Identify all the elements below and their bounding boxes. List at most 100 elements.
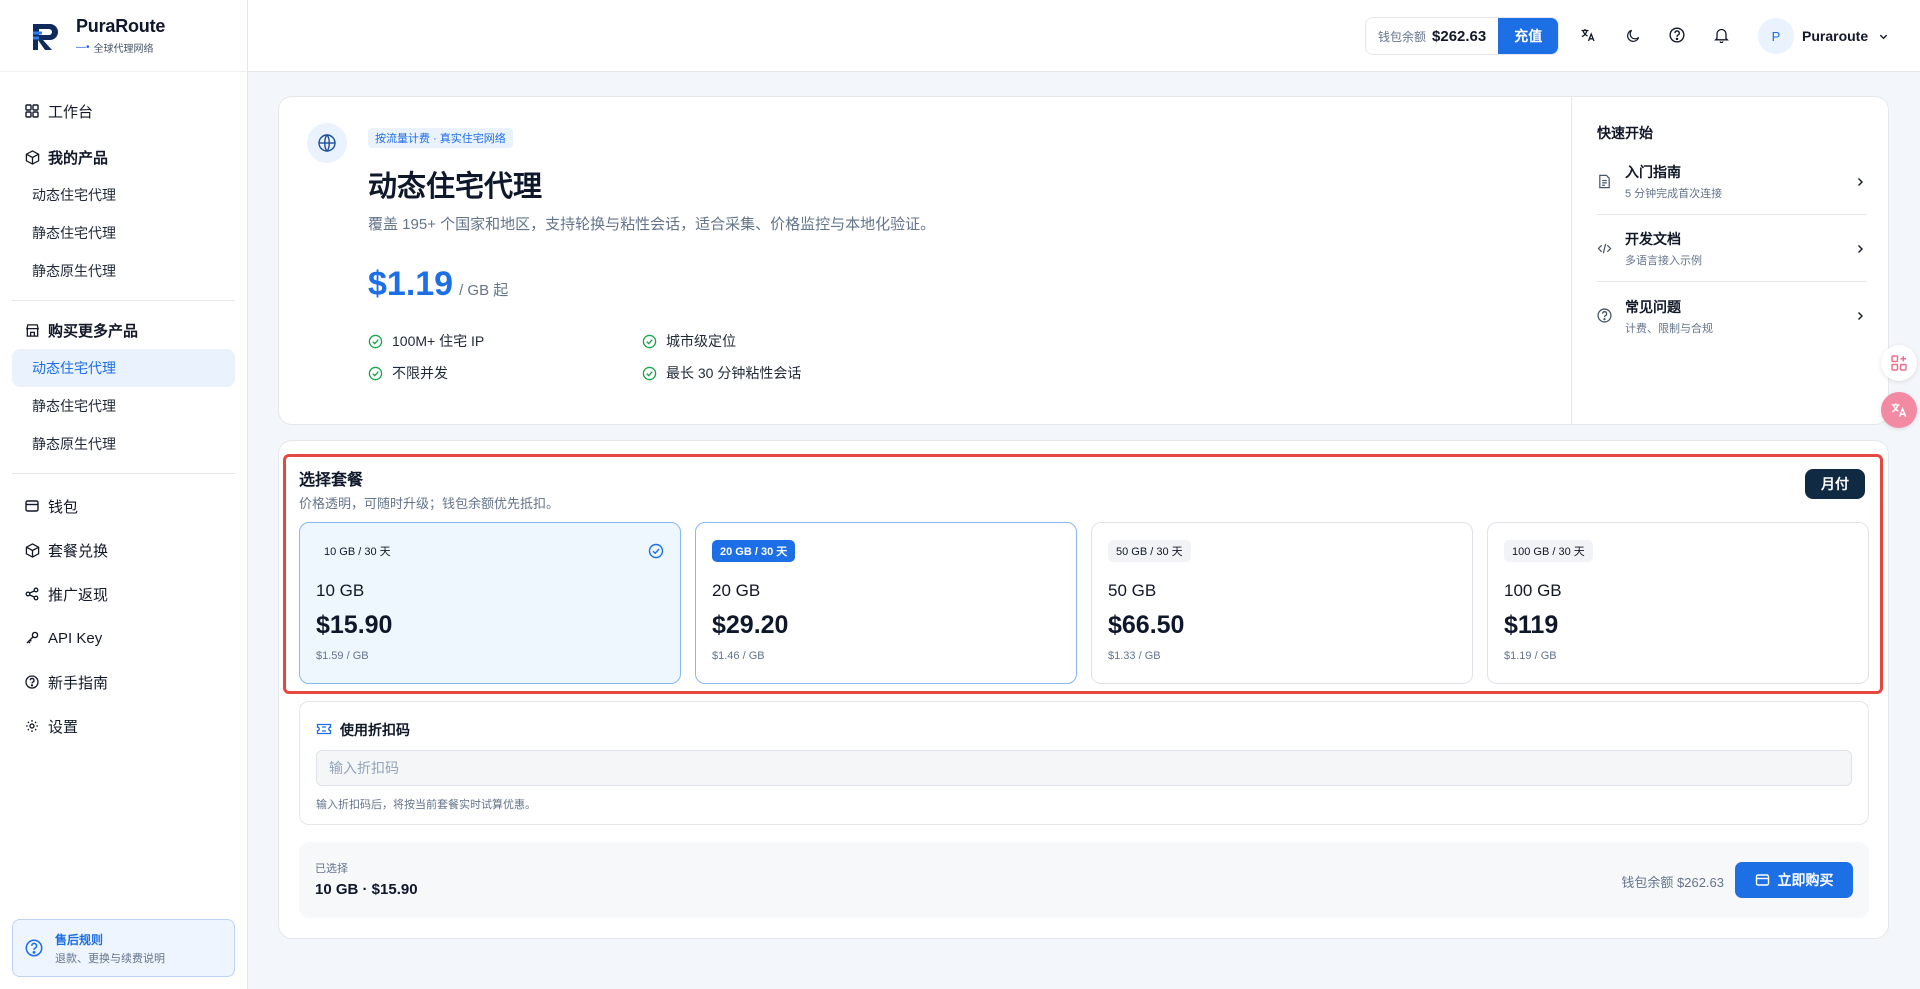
logo-mark-icon <box>30 18 66 54</box>
ticket-icon <box>316 722 332 738</box>
quick-item-title: 入门指南 <box>1625 164 1681 180</box>
after-sale-rules-card[interactable]: 售后规则 退款、更换与续费说明 <box>12 919 235 977</box>
check-circle-icon <box>642 334 657 349</box>
wallet-icon <box>24 498 40 514</box>
sidebar-item-package-exchange[interactable]: 套餐兑换 <box>12 528 235 572</box>
logo[interactable]: PuraRoute ―• 全球代理网络 <box>0 0 247 72</box>
floating-translate-icon[interactable] <box>1881 392 1917 428</box>
plan-price: $15.90 <box>316 611 393 639</box>
price-value: $1.19 <box>368 265 454 303</box>
coupon-title: 使用折扣码 <box>340 722 410 738</box>
sidebar-item-label: API Key <box>48 629 103 647</box>
quick-start-dev-docs[interactable]: 开发文档 多语言接入示例 <box>1597 216 1866 282</box>
store-icon <box>24 322 40 338</box>
buy-now-label: 立即购买 <box>1777 872 1834 888</box>
user-menu[interactable]: P Puraroute <box>1758 18 1889 54</box>
plan-price-per-gb: $1.19 / GB <box>1504 650 1557 662</box>
sidebar-item-my-static-residential[interactable]: 静态住宅代理 <box>12 214 235 252</box>
sidebar-item-my-dynamic-residential[interactable]: 动态住宅代理 <box>12 176 235 214</box>
cube-icon <box>24 149 40 165</box>
plan-tag: 20 GB / 30 天 <box>712 540 796 562</box>
plan-tag: 50 GB / 30 天 <box>1108 540 1191 562</box>
plan-card-10gb[interactable]: 10 GB / 30 天 10 GB $15.90 $1.59 / GB <box>299 522 681 684</box>
order-summary: 已选择 10 GB · $15.90 钱包余额 $262.63 立即购买 <box>299 842 1869 918</box>
quick-start-faq[interactable]: 常见问题 计费、限制与合规 <box>1597 283 1866 349</box>
sidebar-item-workbench[interactable]: 工作台 <box>12 92 235 130</box>
plan-price: $119 <box>1504 611 1559 639</box>
sidebar-item-label: 工作台 <box>48 103 94 121</box>
sidebar-item-my-static-native[interactable]: 静态原生代理 <box>12 252 235 290</box>
quick-item-title: 开发文档 <box>1625 231 1681 247</box>
sidebar-item-guide[interactable]: 新手指南 <box>12 660 235 704</box>
help-circle-icon[interactable] <box>1668 26 1686 44</box>
plan-price: $29.20 <box>712 611 789 639</box>
plan-size: 50 GB <box>1108 581 1157 600</box>
page-title: 动态住宅代理 <box>368 171 543 203</box>
chevron-right-icon <box>1854 243 1866 255</box>
wallet-amount: $262.63 <box>1432 27 1487 45</box>
feature-label: 最长 30 分钟粘性会话 <box>666 365 802 381</box>
brand-tagline: 全球代理网络 <box>93 44 154 55</box>
sidebar-item-buy-static-native[interactable]: 静态原生代理 <box>12 425 235 463</box>
wallet-icon <box>1755 873 1770 888</box>
user-name: Puraroute <box>1802 28 1869 44</box>
wallet-label: 钱包余额 <box>1378 29 1427 44</box>
coupon-note: 输入折扣码后，将按当前套餐实时试算优惠。 <box>316 799 536 811</box>
plans-title: 选择套餐 <box>299 472 364 489</box>
chevron-right-icon <box>1854 310 1866 322</box>
feature-item: 最长 30 分钟粘性会话 <box>642 363 801 383</box>
sidebar-item-referral[interactable]: 推广返现 <box>12 572 235 616</box>
after-sale-title: 售后规则 <box>55 932 104 947</box>
plan-tag: 10 GB / 30 天 <box>324 546 391 558</box>
check-circle-icon <box>642 366 657 381</box>
divider <box>1571 97 1572 424</box>
plan-card-100gb[interactable]: 100 GB / 30 天 100 GB $119 $1.19 / GB <box>1487 522 1869 684</box>
plan-tag: 100 GB / 30 天 <box>1504 540 1593 562</box>
sidebar-group-buy-more[interactable]: 购买更多产品 <box>12 311 235 349</box>
plan-size: 100 GB <box>1504 581 1562 600</box>
divider <box>12 300 235 301</box>
product-description: 覆盖 195+ 个国家和地区，支持轮换与粘性会话，适合采集、价格监控与本地化验证… <box>368 216 936 233</box>
sidebar-item-label: 钱包 <box>48 498 79 516</box>
check-circle-icon <box>368 334 383 349</box>
translate-icon[interactable] <box>1579 26 1597 44</box>
plan-card-20gb[interactable]: 20 GB / 30 天 20 GB $29.20 $1.46 / GB <box>695 522 1077 684</box>
help-circle-icon <box>24 674 40 690</box>
billing-monthly-button[interactable]: 月付 <box>1805 469 1865 499</box>
sidebar-group-my-products[interactable]: 我的产品 <box>12 138 235 176</box>
bell-icon[interactable] <box>1712 26 1730 44</box>
plan-card-50gb[interactable]: 50 GB / 30 天 50 GB $66.50 $1.33 / GB <box>1091 522 1473 684</box>
sidebar-item-buy-dynamic-residential[interactable]: 动态住宅代理 <box>12 349 235 387</box>
sidebar: PuraRoute ―• 全球代理网络 工作台 我的产品 动态住宅代理 静态住宅代… <box>0 0 248 989</box>
quick-start-getting-started[interactable]: 入门指南 5 分钟完成首次连接 <box>1597 149 1866 215</box>
recharge-button[interactable]: 充值 <box>1498 18 1559 54</box>
coupon-section: 使用折扣码 输入折扣码后，将按当前套餐实时试算优惠。 <box>299 701 1869 825</box>
moon-icon[interactable] <box>1624 26 1642 44</box>
sidebar-item-label: 套餐兑换 <box>48 542 109 560</box>
chevron-down-icon <box>1878 31 1889 42</box>
sidebar-item-api-key[interactable]: API Key <box>12 616 235 660</box>
quick-item-subtitle: 多语言接入示例 <box>1625 255 1702 267</box>
plan-size: 20 GB <box>712 581 761 600</box>
floating-apps-icon[interactable] <box>1881 345 1917 381</box>
sidebar-item-label: 新手指南 <box>48 674 109 692</box>
after-sale-subtitle: 退款、更换与续费说明 <box>55 952 165 965</box>
gear-icon <box>24 718 40 734</box>
product-badge: 按流量计费 · 真实住宅网络 <box>368 128 513 148</box>
wallet-balance-box: 钱包余额 $262.63 充值 <box>1365 17 1560 55</box>
quick-item-subtitle: 计费、限制与合规 <box>1625 322 1713 335</box>
sidebar-item-settings[interactable]: 设置 <box>12 704 235 748</box>
feature-item: 100M+ 住宅 IP <box>368 331 484 351</box>
plan-price: $66.50 <box>1108 611 1185 639</box>
sidebar-item-label: 设置 <box>48 718 79 736</box>
share-icon <box>24 586 40 602</box>
help-circle-icon <box>1597 308 1613 324</box>
coupon-input[interactable] <box>316 750 1852 786</box>
buy-now-button[interactable]: 立即购买 <box>1735 862 1853 898</box>
sidebar-item-buy-static-residential[interactable]: 静态住宅代理 <box>12 387 235 425</box>
plan-price-per-gb: $1.46 / GB <box>712 650 765 662</box>
top-bar: 钱包余额 $262.63 充值 P Puraroute <box>248 0 1920 72</box>
check-circle-icon <box>368 366 383 381</box>
globe-icon <box>307 123 347 163</box>
sidebar-item-wallet[interactable]: 钱包 <box>12 484 235 528</box>
